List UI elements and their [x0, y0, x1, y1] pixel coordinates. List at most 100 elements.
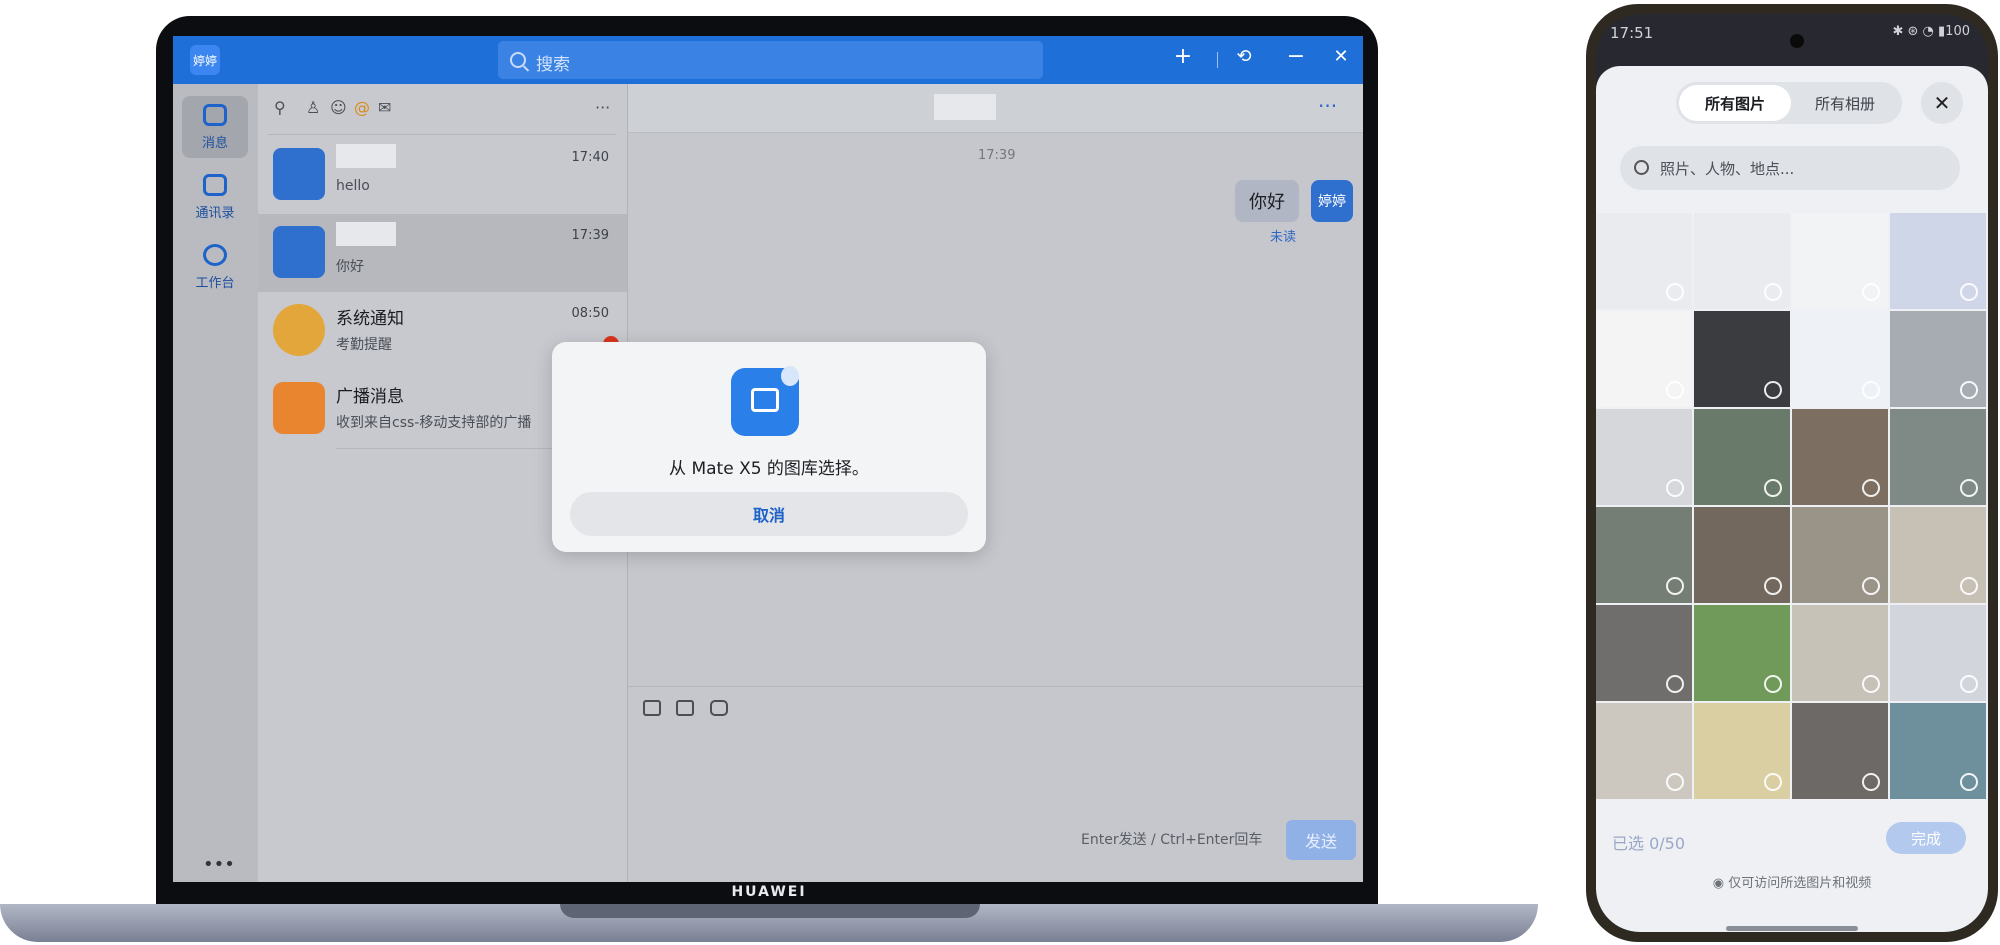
photo-thumbnail[interactable] — [1890, 507, 1986, 603]
more-icon[interactable]: ••• — [203, 854, 235, 875]
photo-thumbnail[interactable] — [1596, 213, 1692, 309]
photo-thumbnail[interactable] — [1890, 605, 1986, 701]
photo-search-placeholder: 照片、人物、地点... — [1660, 160, 1795, 178]
photo-grid — [1596, 213, 1988, 803]
photo-thumbnail[interactable] — [1694, 605, 1790, 701]
tab-all-photos[interactable]: 所有图片 — [1679, 85, 1791, 121]
select-circle-icon[interactable] — [1764, 773, 1782, 791]
picker-tabs: 所有图片 所有相册 — [1676, 82, 1902, 124]
select-circle-icon[interactable] — [1764, 283, 1782, 301]
tab-all-albums[interactable]: 所有相册 — [1790, 85, 1900, 121]
select-circle-icon[interactable] — [1764, 675, 1782, 693]
mail-icon[interactable]: ✉ — [378, 98, 391, 117]
select-circle-icon[interactable] — [1666, 773, 1684, 791]
nav-item-workbench[interactable]: 工作台 — [182, 236, 248, 298]
select-circle-icon[interactable] — [1666, 283, 1684, 301]
select-circle-icon[interactable] — [1960, 381, 1978, 399]
my-avatar[interactable]: 婷婷 — [1311, 180, 1353, 222]
nav-item-contacts[interactable]: 通讯录 — [182, 166, 248, 228]
select-circle-icon[interactable] — [1862, 479, 1880, 497]
select-circle-icon[interactable] — [1666, 675, 1684, 693]
photo-thumbnail[interactable] — [1792, 605, 1888, 701]
photo-thumbnail[interactable] — [1694, 703, 1790, 799]
photo-thumbnail[interactable] — [1890, 703, 1986, 799]
photo-thumbnail[interactable] — [1694, 213, 1790, 309]
photo-thumbnail[interactable] — [1890, 409, 1986, 505]
cancel-button[interactable]: 取消 — [570, 492, 968, 536]
chat-more-icon[interactable]: ··· — [1318, 94, 1337, 118]
camera-icon[interactable] — [710, 700, 728, 716]
titlebar-divider — [1217, 52, 1218, 68]
photo-thumbnail[interactable] — [1596, 605, 1692, 701]
photo-thumbnail[interactable] — [1694, 311, 1790, 407]
conversation-item[interactable]: 17:40 hello — [258, 136, 627, 214]
select-circle-icon[interactable] — [1666, 479, 1684, 497]
single-chat-icon[interactable]: ♙ — [306, 98, 320, 117]
workbench-icon — [203, 244, 227, 266]
select-circle-icon[interactable] — [1960, 577, 1978, 595]
select-circle-icon[interactable] — [1666, 577, 1684, 595]
photo-thumbnail[interactable] — [1792, 507, 1888, 603]
message-bubble[interactable]: 你好 — [1235, 180, 1299, 222]
photo-search-input[interactable]: 照片、人物、地点... — [1620, 146, 1960, 190]
photo-thumbnail[interactable] — [1596, 311, 1692, 407]
send-button[interactable]: 发送 — [1286, 820, 1356, 860]
add-button[interactable]: + — [1170, 44, 1196, 69]
search-input[interactable]: 搜索 — [498, 41, 1043, 79]
at-icon[interactable]: @ — [354, 98, 370, 117]
sync-icon[interactable]: ⟲ — [1231, 46, 1257, 67]
select-circle-icon[interactable] — [1764, 381, 1782, 399]
select-circle-icon[interactable] — [1960, 675, 1978, 693]
conversation-time: 17:39 — [571, 228, 609, 243]
select-circle-icon[interactable] — [1862, 283, 1880, 301]
select-circle-icon[interactable] — [1764, 479, 1782, 497]
file-upload-icon[interactable] — [643, 700, 661, 716]
conversation-name: 系统通知 — [336, 309, 404, 329]
conversation-filter-bar: ⚲ ♙ ☺ @ ✉ ··· — [258, 84, 627, 134]
group-chat-icon[interactable]: ☺ — [330, 98, 347, 117]
photo-thumbnail[interactable] — [1792, 409, 1888, 505]
select-circle-icon[interactable] — [1862, 773, 1880, 791]
photo-thumbnail[interactable] — [1890, 213, 1986, 309]
photo-thumbnail[interactable] — [1596, 409, 1692, 505]
conversation-time: 17:40 — [571, 150, 609, 165]
contacts-icon — [203, 174, 227, 196]
mention-filter-icon[interactable]: ⚲ — [274, 98, 286, 117]
image-icon[interactable] — [676, 700, 694, 716]
select-circle-icon[interactable] — [1862, 577, 1880, 595]
photo-thumbnail[interactable] — [1792, 213, 1888, 309]
photo-thumbnail[interactable] — [1694, 507, 1790, 603]
photo-thumbnail[interactable] — [1596, 703, 1692, 799]
conversation-preview: hello — [336, 178, 370, 194]
select-circle-icon[interactable] — [1960, 283, 1978, 301]
search-icon — [1634, 160, 1649, 175]
select-circle-icon[interactable] — [1862, 381, 1880, 399]
close-window-button[interactable]: ✕ — [1328, 46, 1354, 67]
status-icons: ✱ ⊛ ◔ ▮100 — [1892, 24, 1971, 39]
select-circle-icon[interactable] — [1764, 577, 1782, 595]
done-button[interactable]: 完成 — [1886, 822, 1966, 854]
select-circle-icon[interactable] — [1862, 675, 1880, 693]
picture-icon — [751, 388, 779, 412]
select-circle-icon[interactable] — [1960, 773, 1978, 791]
photo-thumbnail[interactable] — [1596, 507, 1692, 603]
minimize-button[interactable]: − — [1283, 44, 1309, 69]
laptop-brand: HUAWEI — [731, 884, 807, 900]
photo-thumbnail[interactable] — [1792, 703, 1888, 799]
phone-screen: 17:51 ✱ ⊛ ◔ ▮100 所有图片 所有相册 ✕ 照片、人物、地点...… — [1596, 14, 1988, 932]
conversation-item-selected[interactable]: 17:39 你好 — [258, 214, 627, 292]
photo-thumbnail[interactable] — [1694, 409, 1790, 505]
home-indicator[interactable] — [1726, 926, 1858, 931]
close-button[interactable]: ✕ — [1921, 82, 1963, 124]
photo-thumbnail[interactable] — [1792, 311, 1888, 407]
filter-more-icon[interactable]: ··· — [595, 98, 610, 117]
front-camera — [1790, 34, 1804, 48]
photo-thumbnail[interactable] — [1890, 311, 1986, 407]
user-avatar[interactable]: 婷婷 — [190, 45, 220, 75]
gallery-app-icon — [731, 366, 799, 436]
select-circle-icon[interactable] — [1960, 479, 1978, 497]
nav-item-messages[interactable]: 消息 — [182, 96, 248, 158]
conversation-preview: 收到来自css-移动支持部的广播 — [336, 415, 532, 431]
status-time: 17:51 — [1610, 24, 1654, 42]
select-circle-icon[interactable] — [1666, 381, 1684, 399]
